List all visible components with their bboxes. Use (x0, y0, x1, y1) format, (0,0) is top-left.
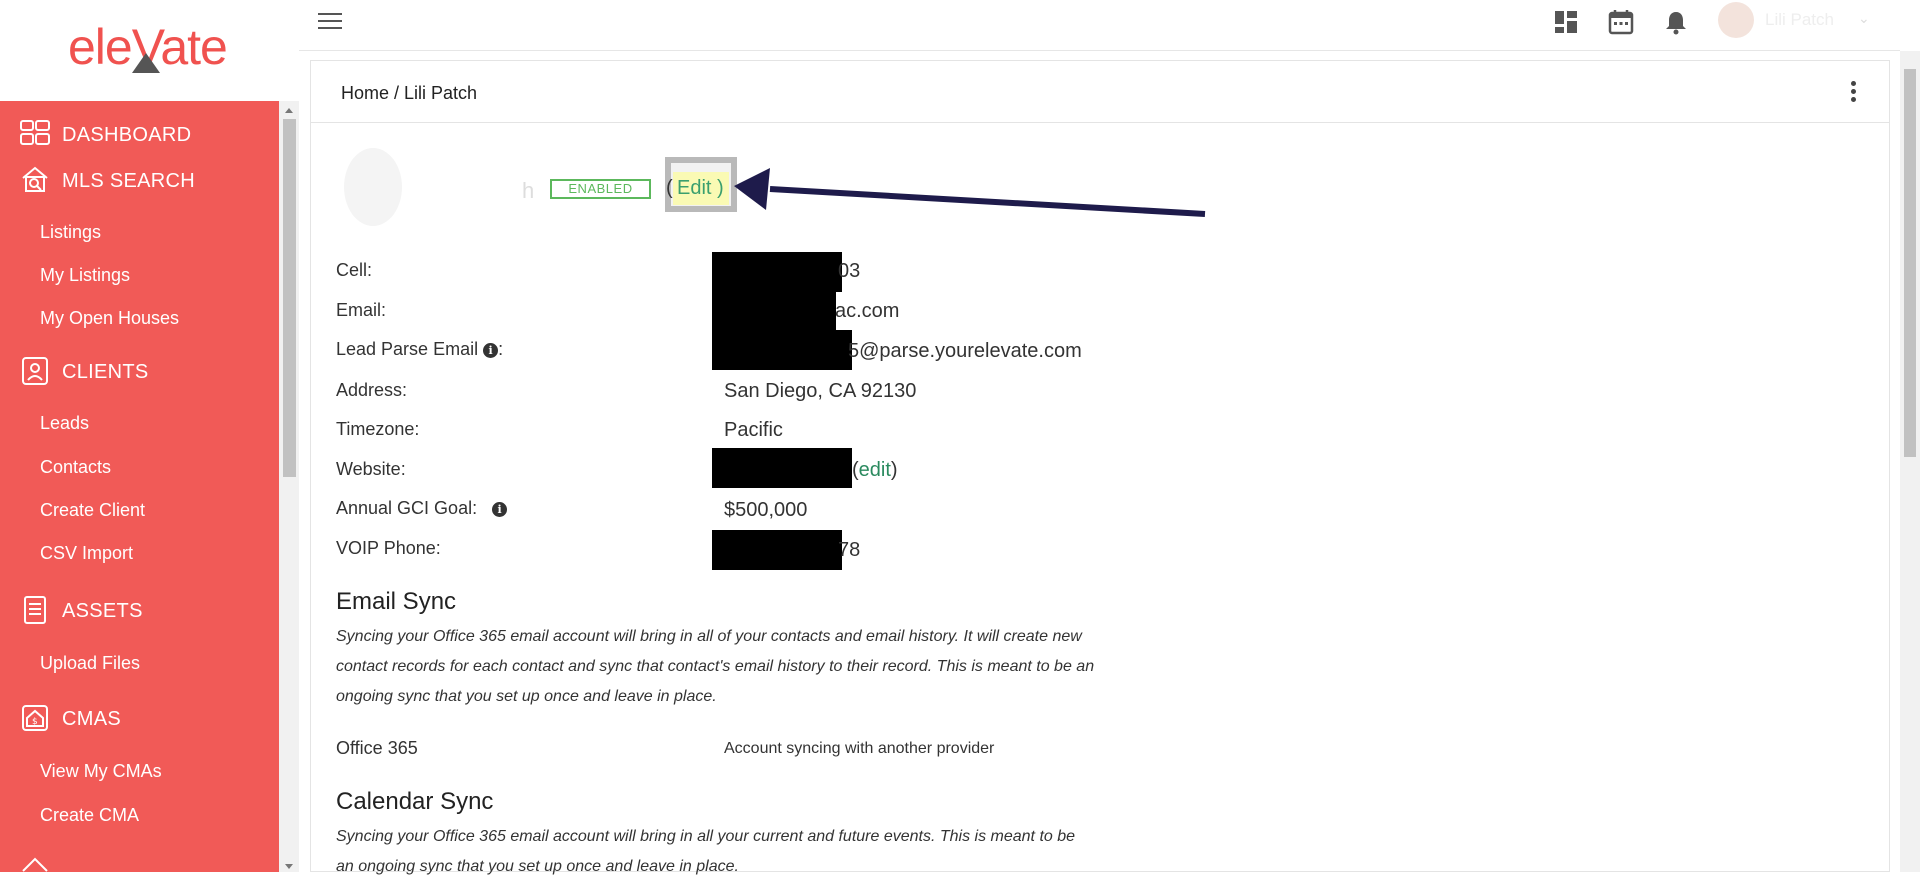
lead-parse-value: 5@parse.yourelevate.com (848, 340, 1082, 362)
email-sync-description: Syncing your Office 365 email account wi… (336, 628, 1095, 705)
voip-label: VOIP Phone: (336, 538, 441, 558)
sidebar: eleVate DASHBOARD MLS SEARCH Listings My… (0, 0, 299, 872)
email-sync-heading: Email Sync (336, 588, 457, 615)
sidebar-section-label: MLS SEARCH (62, 170, 196, 192)
user-avatar-icon[interactable] (1718, 2, 1754, 38)
contact-card-icon (22, 357, 48, 385)
status-badge: ENABLED (550, 179, 651, 199)
cell-label: Cell: (336, 260, 373, 280)
address-value: San Diego, CA 92130 (724, 380, 917, 402)
profile-photo (344, 148, 402, 226)
menu-icon[interactable] (318, 13, 342, 31)
timezone-value: Pacific (724, 419, 783, 441)
sidebar-item-create-cma[interactable]: Create CMA (40, 805, 139, 826)
svg-text:$: $ (32, 717, 38, 727)
gci-label-row: Annual GCI Goal: i (336, 498, 508, 519)
website-edit-group: (edit) (852, 459, 898, 482)
user-name[interactable]: Lili Patch (1765, 10, 1834, 30)
sidebar-item-my-open-houses[interactable]: My Open Houses (40, 308, 179, 329)
edit-profile-link[interactable]: Edit ) (673, 172, 729, 205)
office365-label: Office 365 (336, 738, 418, 758)
sidebar-section-mls-search[interactable]: MLS SEARCH (0, 163, 279, 199)
sidebar-scroll-thumb[interactable] (283, 119, 296, 477)
website-open-paren: ( (852, 459, 859, 481)
redaction-bar (712, 330, 852, 370)
sidebar-item-csv-import[interactable]: CSV Import (40, 543, 133, 564)
profile-name: h (522, 178, 535, 203)
sidebar-item-upload-files[interactable]: Upload Files (40, 653, 140, 674)
email-label: Email: (336, 300, 387, 320)
calendar-sync-heading: Calendar Sync (336, 788, 494, 815)
redaction-bar (712, 530, 842, 570)
sidebar-item-contacts[interactable]: Contacts (40, 457, 111, 478)
scroll-up-arrow-icon[interactable] (285, 108, 293, 113)
sidebar-section-dashboard[interactable]: DASHBOARD (0, 117, 279, 153)
cell-value: 03 (838, 260, 861, 282)
email-value: ac.com (835, 300, 900, 322)
annotation-arrow-icon (734, 168, 1206, 217)
lead-parse-colon: : (498, 339, 504, 359)
sidebar-section-label: CMAS (62, 708, 121, 730)
address-label: Address: (336, 380, 408, 400)
timezone-label: Timezone: (336, 419, 420, 439)
info-icon[interactable]: i (492, 502, 508, 517)
dashboard-icon (20, 120, 50, 145)
breadcrumb[interactable]: Home / Lili Patch (341, 83, 477, 104)
calendar-icon[interactable] (1608, 9, 1634, 35)
sidebar-section-assets[interactable]: ASSETS (0, 593, 279, 629)
layout-icon[interactable] (1553, 9, 1579, 35)
page-scroll-thumb[interactable] (1904, 69, 1916, 457)
sidebar-item-view-my-cmas[interactable]: View My CMAs (40, 761, 162, 782)
bell-icon[interactable] (1663, 9, 1689, 35)
logo-area: eleVate (0, 0, 279, 101)
sidebar-item-leads[interactable]: Leads (40, 413, 89, 434)
sidebar-item-create-client[interactable]: Create Client (40, 500, 145, 521)
sidebar-section-cmas[interactable]: $ CMAS (0, 701, 279, 737)
sidebar-menu: DASHBOARD MLS SEARCH Listings My Listing… (0, 101, 279, 872)
scroll-down-arrow-icon[interactable] (285, 864, 293, 869)
gci-value: $500,000 (724, 499, 808, 521)
house-search-icon (22, 166, 48, 192)
website-label: Website: (336, 459, 406, 479)
chevron-down-icon[interactable]: ⌄ (1858, 10, 1870, 27)
info-icon[interactable]: i (483, 343, 499, 358)
redaction-bar (712, 292, 836, 332)
website-edit-link[interactable]: edit (859, 459, 891, 481)
topbar (299, 0, 1900, 51)
lead-parse-label: Lead Parse Email (336, 339, 479, 359)
logo-triangle-icon (132, 53, 160, 73)
lead-parse-label-row: Lead Parse Email i: (336, 339, 503, 360)
calendar-sync-description: Syncing your Office 365 email account wi… (336, 828, 1076, 875)
voip-value: 78 (838, 539, 861, 561)
card-header: Home / Lili Patch (311, 61, 1889, 123)
sidebar-scrollbar[interactable] (279, 101, 299, 872)
document-icon (24, 596, 46, 624)
sidebar-section-label: CLIENTS (62, 361, 149, 383)
office365-status: Account syncing with another provider (724, 740, 995, 757)
sidebar-item-listings[interactable]: Listings (40, 222, 101, 243)
page-scrollbar[interactable] (1900, 51, 1920, 872)
house-icon (22, 857, 48, 872)
house-dollar-icon: $ (22, 705, 48, 731)
more-options-icon[interactable] (1851, 81, 1857, 103)
redaction-bar (712, 448, 852, 488)
sidebar-section-label: DASHBOARD (62, 124, 192, 146)
sidebar-section-clients[interactable]: CLIENTS (0, 354, 279, 390)
website-close-paren: ) (890, 459, 898, 481)
edit-open-paren: ( (666, 177, 673, 199)
sidebar-item-my-listings[interactable]: My Listings (40, 265, 130, 286)
sidebar-section-label: ASSETS (62, 600, 143, 622)
redaction-bar (712, 252, 842, 292)
gci-label: Annual GCI Goal: (336, 498, 478, 518)
